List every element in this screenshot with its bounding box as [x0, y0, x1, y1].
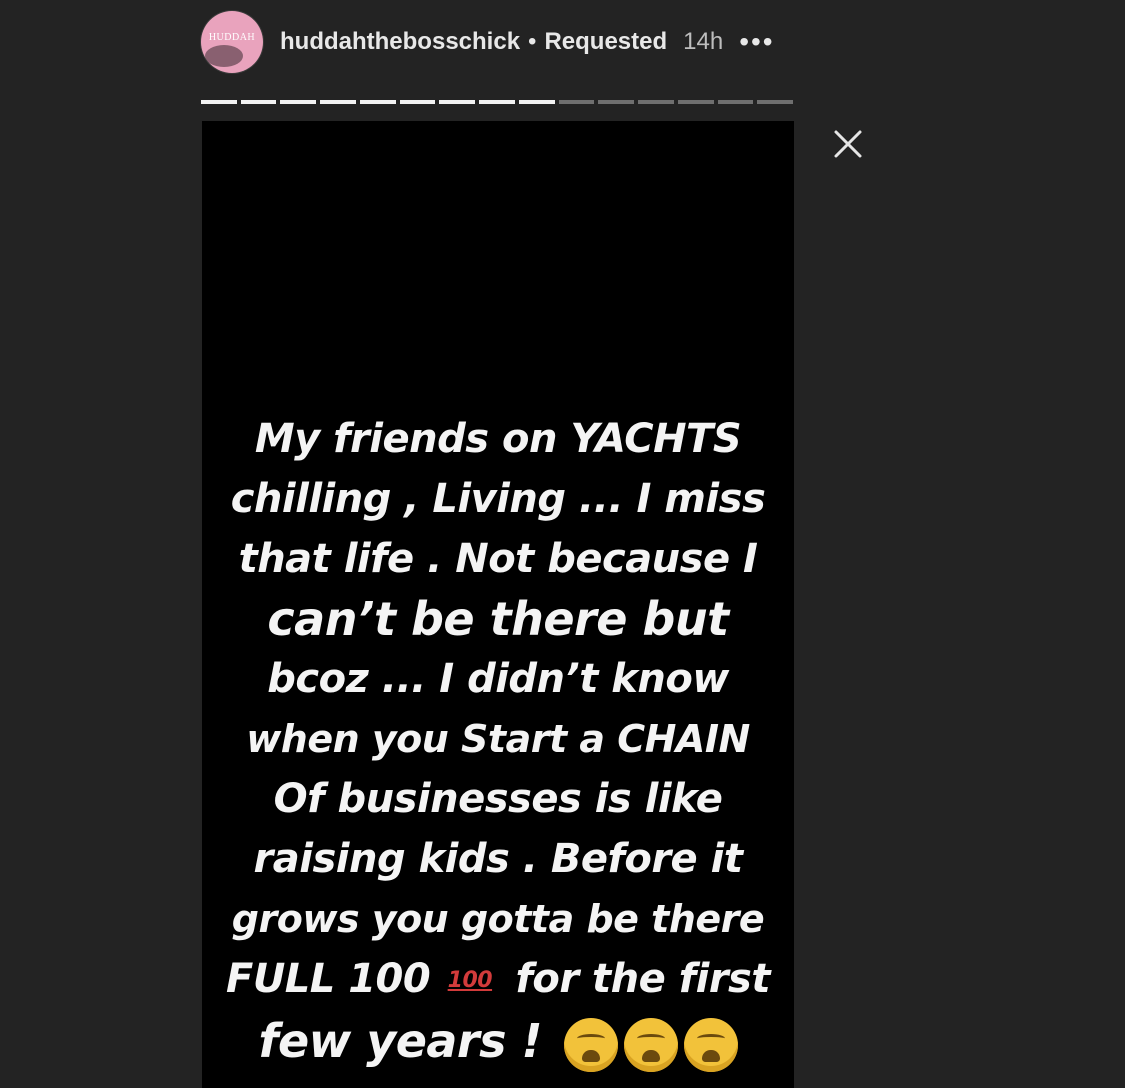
- progress-segment: [717, 100, 754, 104]
- progress-segment: [359, 100, 396, 104]
- story-line: raising kids . Before it: [253, 836, 743, 882]
- story-line: when you Start a CHAIN: [246, 717, 750, 761]
- avatar-logo-text: HUDDAH: [208, 32, 256, 43]
- progress-segment: [399, 100, 436, 104]
- story-line-part: few years !: [258, 1014, 542, 1068]
- story-line: that life . Not because I: [238, 536, 758, 582]
- story-line: chilling , Living ... I miss: [230, 476, 766, 522]
- close-button[interactable]: [826, 122, 870, 166]
- progress-segment: [280, 100, 317, 104]
- story-timestamp: 14h: [683, 28, 724, 55]
- weary-face-emoji-icon: [563, 1017, 618, 1072]
- story-line: bcoz ... I didn’t know: [267, 656, 729, 702]
- separator-dot: •: [528, 28, 537, 55]
- progress-segment: [518, 100, 555, 104]
- story-line: few years !: [202, 1011, 794, 1072]
- progress-segment: [558, 100, 595, 104]
- story-line: My friends on YACHTS: [254, 416, 742, 462]
- story-line-part: for the first: [515, 956, 771, 1002]
- story-text-block: My friends on YACHTS chilling , Living .…: [202, 409, 794, 1072]
- story-progress-bar: [201, 100, 794, 104]
- progress-segment: [638, 100, 674, 104]
- progress-segment: [757, 100, 794, 104]
- story-line: FULL 100 100 for the first: [202, 949, 794, 1011]
- story-line: can’t be there but: [267, 592, 729, 646]
- story-frame[interactable]: My friends on YACHTS chilling , Living .…: [202, 121, 794, 1088]
- progress-segment: [598, 100, 635, 104]
- avatar-shadow: [205, 45, 243, 67]
- story-line-part: FULL 100: [226, 956, 431, 1002]
- more-options-icon[interactable]: •••: [739, 28, 774, 56]
- hundred-points-emoji-icon: 100: [447, 968, 493, 993]
- username-link[interactable]: huddahthebosschick: [280, 28, 520, 56]
- progress-segment: [201, 100, 237, 104]
- progress-segment: [479, 100, 515, 104]
- weary-face-emoji-icon: [683, 1017, 738, 1072]
- progress-segment: [240, 100, 277, 104]
- progress-segment: [677, 100, 714, 104]
- story-line: Of businesses is like: [273, 776, 723, 822]
- progress-segment: [320, 100, 356, 104]
- progress-segment: [439, 100, 476, 104]
- follow-status-button[interactable]: Requested: [544, 28, 667, 56]
- close-icon: [834, 130, 862, 158]
- avatar[interactable]: HUDDAH: [201, 11, 263, 73]
- story-header: HUDDAH huddahthebosschick • Requested 14…: [201, 11, 775, 73]
- weary-face-emoji-icon: [623, 1017, 678, 1072]
- story-line: grows you gotta be there: [231, 897, 765, 941]
